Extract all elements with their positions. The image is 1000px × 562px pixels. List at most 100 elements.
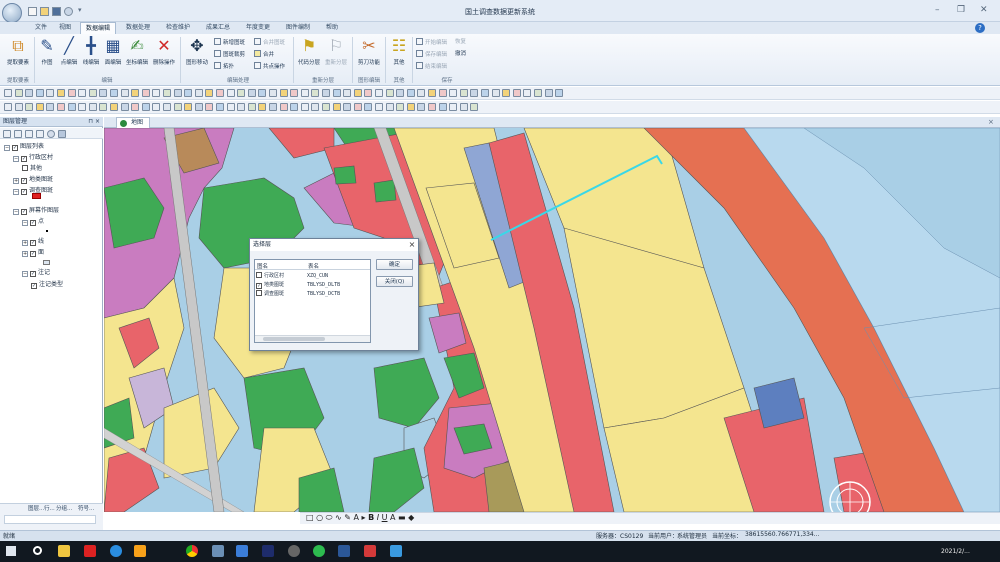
toolbar-tool-icon[interactable] [396, 103, 405, 111]
toolbar-tool-icon[interactable] [332, 89, 341, 97]
dialog-layer-row[interactable]: 调查图斑 TBLYSD_DCTB [256, 290, 340, 297]
tab-group[interactable]: 分组... [56, 504, 72, 513]
layer-tree-node[interactable]: − ✓ 点 [22, 217, 44, 226]
toolbar-tool-icon[interactable] [247, 89, 256, 97]
expand-toggle-icon[interactable]: + [22, 240, 28, 246]
toolbar-tool-icon[interactable] [322, 103, 330, 111]
maximize-button[interactable]: ❐ [957, 5, 965, 15]
app-menu-button[interactable] [2, 3, 22, 23]
uncheck-all-icon[interactable] [14, 130, 22, 138]
toolbar-tool-icon[interactable] [311, 103, 320, 111]
toolbar-tool-icon[interactable] [99, 103, 108, 111]
toolbar-tool-icon[interactable] [269, 103, 277, 111]
expand-toggle-icon[interactable]: + [22, 251, 28, 257]
layer-tree-node[interactable]: − ✓ 图层列表 [4, 142, 44, 151]
toolbar-tool-icon[interactable] [99, 89, 108, 97]
toolbar-tool-icon[interactable] [385, 103, 394, 111]
toolbar-tool-icon[interactable] [35, 89, 44, 97]
shared-point-button[interactable]: 共点操作 [254, 62, 285, 71]
toolbar-tool-icon[interactable] [226, 89, 235, 97]
edge-browser-icon[interactable] [110, 545, 122, 557]
search-icon[interactable] [33, 546, 42, 555]
toolbar-tool-icon[interactable] [184, 89, 193, 97]
toolbar-tool-icon[interactable] [332, 103, 341, 111]
toolbar-tool-icon[interactable] [25, 103, 34, 111]
panel-pin-icon[interactable]: ⊓ × [88, 117, 100, 127]
toolbar-tool-icon[interactable] [205, 89, 214, 97]
toolbar-tool-icon[interactable] [428, 89, 436, 97]
layer-tree-node[interactable]: + ✓ 线 [22, 237, 44, 246]
app-photo-icon[interactable] [262, 545, 274, 557]
toolbar-tool-icon[interactable] [470, 89, 479, 97]
toolbar-tool-icon[interactable] [353, 89, 362, 97]
layer-search-input[interactable] [4, 515, 96, 524]
tab-annual-change[interactable]: 年度变更 [241, 22, 275, 34]
expand-icon[interactable] [25, 130, 33, 138]
undo-button[interactable]: 撤消 [455, 50, 466, 59]
layer-checkbox[interactable]: ✓ [30, 240, 36, 246]
layer-tree-node[interactable]: 其他 [22, 164, 42, 173]
expand-toggle-icon[interactable]: − [4, 145, 10, 151]
toolbar-icons-2[interactable] [0, 101, 1000, 114]
ok-button[interactable]: 确定 [376, 259, 413, 270]
toolbar-tool-icon[interactable] [343, 103, 352, 111]
tab-help[interactable]: 帮助 [321, 22, 343, 34]
help-icon[interactable]: ? [975, 23, 985, 33]
tab-rows[interactable]: 行... [44, 504, 55, 513]
toolbar-tool-icon[interactable] [78, 89, 87, 97]
toolbar-tool-icon[interactable] [35, 103, 44, 111]
windows-start-icon[interactable] [6, 546, 16, 556]
toolbar-tool-icon[interactable] [279, 89, 288, 97]
toolbar-tool-icon[interactable] [258, 89, 267, 97]
toolbar-tool-icon[interactable] [173, 103, 182, 111]
toolbar-tool-icon[interactable] [46, 89, 55, 97]
toolbar-tool-icon[interactable] [237, 89, 246, 97]
toolbar-tool-icon[interactable] [205, 103, 214, 111]
toolbar-tool-icon[interactable] [78, 103, 87, 111]
app-redstar-icon[interactable] [364, 545, 376, 557]
layer-checkbox[interactable]: ✓ [31, 283, 37, 289]
toolbar-tool-icon[interactable] [163, 103, 171, 111]
layer-checkbox[interactable]: ✓ [21, 189, 27, 195]
toolbar-tool-icon[interactable] [300, 103, 309, 111]
toolbar-tool-icon[interactable] [406, 89, 415, 97]
toolbar-tool-icon[interactable] [311, 89, 320, 97]
polygon-edit-button[interactable]: ▦ 面编辑 [102, 36, 124, 70]
open-folder-icon[interactable] [40, 7, 49, 16]
toolbar-tool-icon[interactable] [131, 89, 140, 97]
close-button[interactable]: ✕ [980, 5, 988, 15]
point-edit-button[interactable]: ╱ 点编辑 [58, 36, 80, 70]
expand-toggle-icon[interactable]: + [13, 178, 19, 184]
toolbar-tool-icon[interactable] [290, 89, 299, 97]
app-orange-icon[interactable] [134, 545, 146, 557]
toolbar-tool-icon[interactable] [141, 103, 150, 111]
toolbar-tool-icon[interactable] [364, 89, 373, 97]
tab-symbols[interactable]: 符号... [78, 504, 94, 513]
move-shape-button[interactable]: ✥ 图形移动 [183, 36, 211, 70]
save-edit-button[interactable]: 保存编辑 [416, 50, 447, 59]
toolbar-tool-icon[interactable] [438, 103, 447, 111]
toolbar-tool-icon[interactable] [258, 103, 267, 111]
toolbar-tool-icon[interactable] [353, 103, 362, 111]
layer-props-icon[interactable] [58, 130, 66, 138]
tab-map-compile[interactable]: 图件编制 [281, 22, 315, 34]
toolbar-tool-icon[interactable] [173, 89, 182, 97]
restore-button[interactable]: 恢复 [455, 38, 466, 47]
toolbar-tool-icon[interactable] [279, 103, 288, 111]
toolbar-tool-icon[interactable] [269, 89, 277, 97]
toolbar-tool-icon[interactable] [226, 103, 235, 111]
layer-tree-node[interactable]: − ✓ 行政区村 [13, 153, 53, 162]
file-explorer-icon[interactable] [58, 545, 70, 557]
tab-file[interactable]: 文件 [30, 22, 52, 34]
close-tab-icon[interactable]: × [988, 118, 994, 126]
toolbar-tool-icon[interactable] [396, 89, 405, 97]
toolbar-tool-icon[interactable] [237, 103, 246, 111]
end-edit-button[interactable]: 结束编辑 [416, 62, 447, 71]
line-edit-button[interactable]: ╋ 线编辑 [80, 36, 102, 70]
expand-toggle-icon[interactable]: − [13, 156, 19, 162]
toolbar-tool-icon[interactable] [449, 89, 458, 97]
toolbar-tool-icon[interactable] [375, 89, 383, 97]
gis-app-icon[interactable] [390, 545, 402, 557]
toolbar-tool-icon[interactable] [88, 103, 97, 111]
toolbar-tool-icon[interactable] [120, 103, 129, 111]
